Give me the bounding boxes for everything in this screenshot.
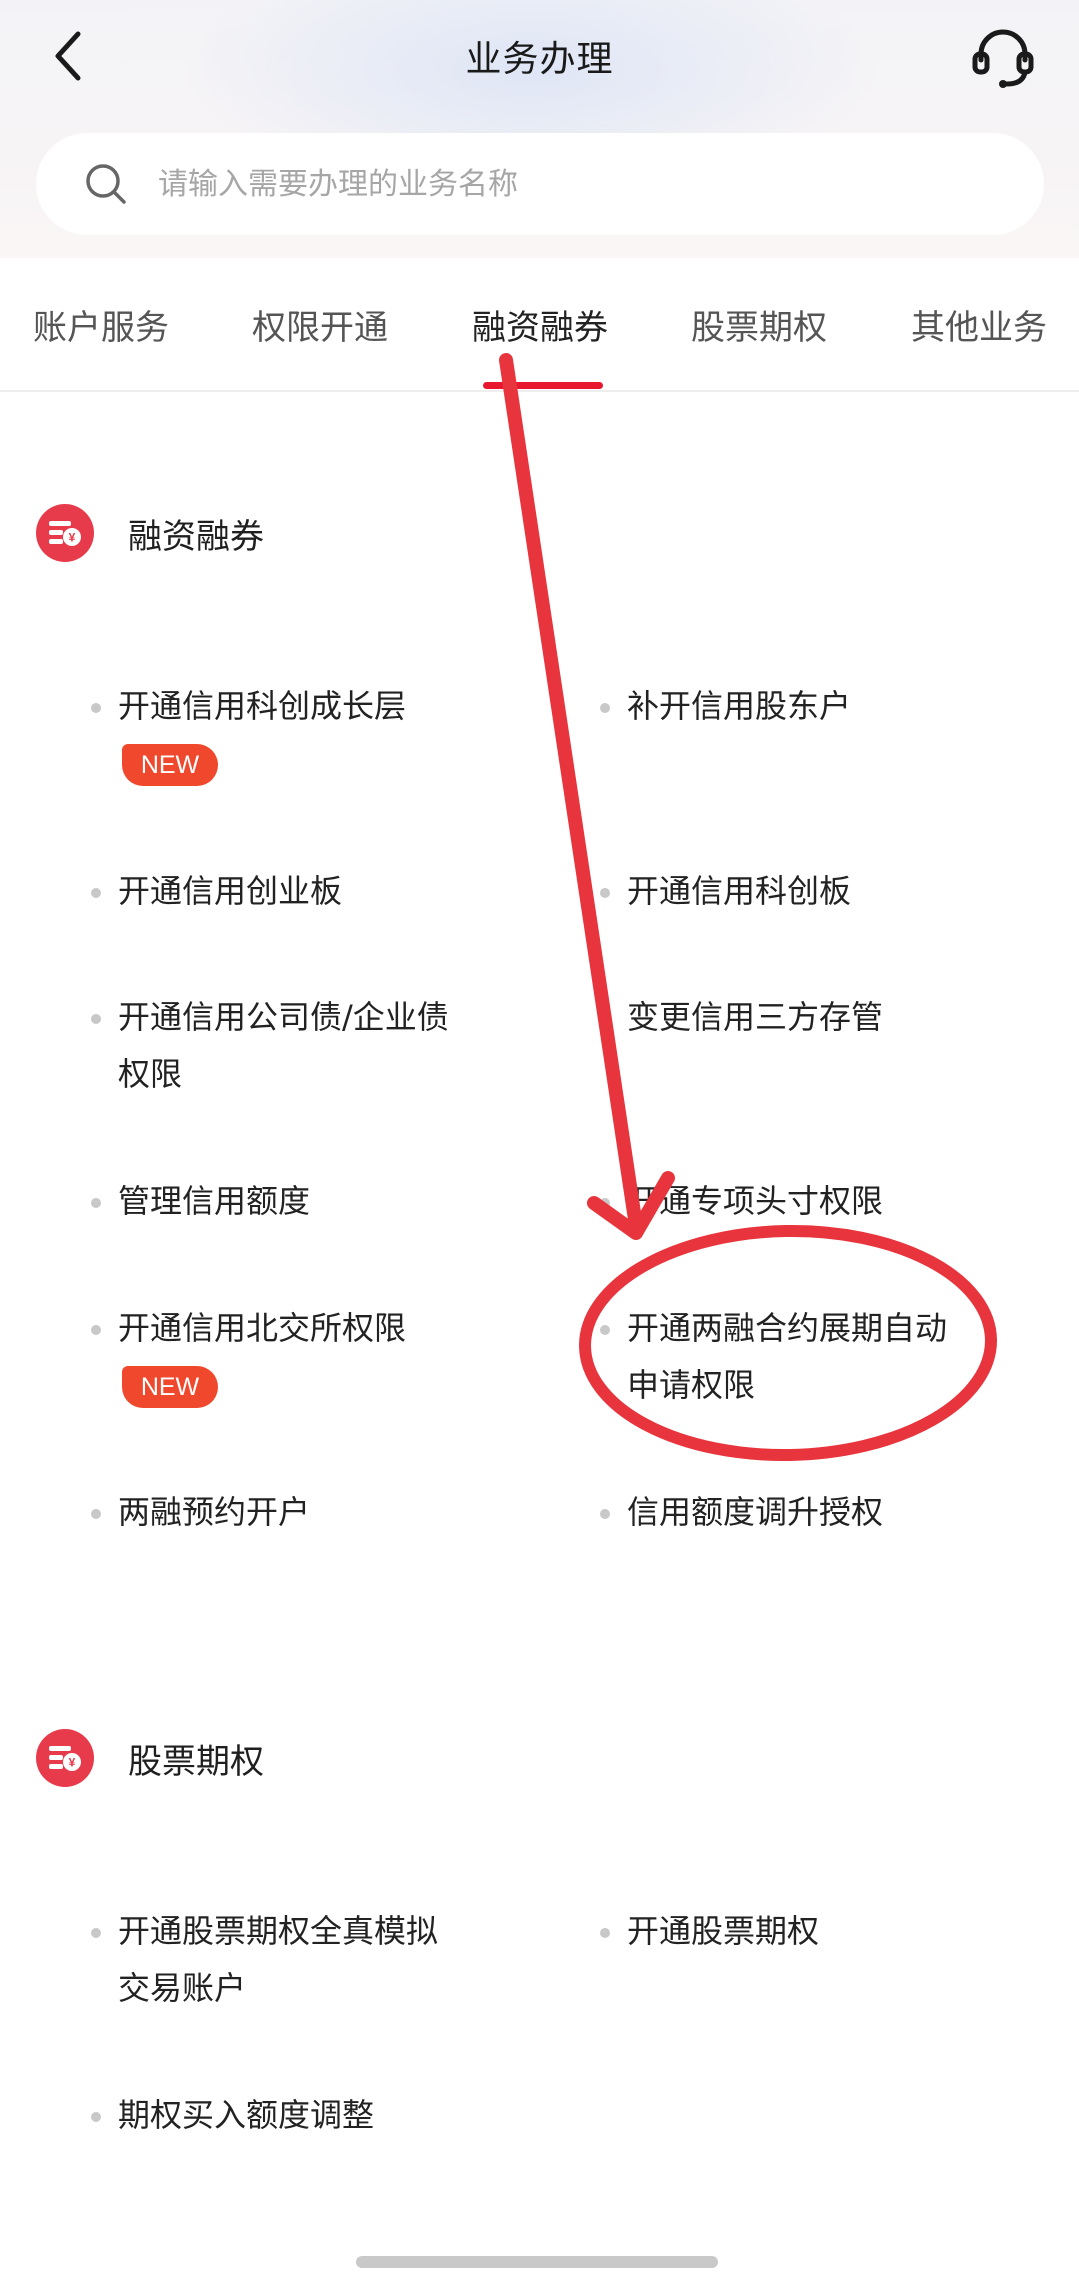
service-item[interactable]: 补开信用股东户 [600, 678, 852, 735]
category-tabs: 账户服务 权限开通 融资融券 股票期权 其他业务 [0, 258, 1079, 392]
service-item-label-line2: 申请权限 [627, 1366, 756, 1404]
service-item[interactable]: 开通信用北交所权限 [91, 1300, 407, 1357]
service-item-label: 两融预约开户 [118, 1493, 311, 1531]
service-item-label-line2: 权限 [118, 1055, 183, 1093]
headset-icon [972, 29, 1034, 88]
section-title: 融资融券 [128, 516, 264, 557]
top-bar: 业务办理 [0, 0, 1079, 115]
new-badge: NEW [122, 1366, 218, 1408]
bullet-dot [600, 1198, 610, 1208]
service-item-label-line2: 交易账户 [118, 1969, 247, 2007]
bullet-dot [91, 1928, 101, 1938]
service-item-label: 开通信用北交所权限 [118, 1309, 407, 1347]
bullet-dot [600, 703, 610, 713]
service-item[interactable]: 信用额度调升授权 [600, 1484, 884, 1541]
section-header-options: ¥ 股票期权 [36, 1729, 264, 1787]
service-item-label: 开通信用科创成长层 [118, 687, 407, 725]
service-item-label: 补开信用股东户 [627, 687, 852, 725]
service-item[interactable]: 开通股票期权全真模拟 交易账户 [91, 1903, 439, 2017]
page: 业务办理 账户服务 权限开通 融资融券 股票期权 其他业务 [0, 0, 1079, 2289]
service-item-label: 开通信用创业板 [118, 872, 343, 910]
bullet-dot [91, 703, 101, 713]
active-tab-indicator [483, 382, 603, 389]
tab-margin-trading[interactable]: 融资融券 [472, 300, 608, 349]
new-badge: NEW [122, 744, 218, 786]
svg-text:¥: ¥ [69, 531, 76, 545]
bullet-dot [91, 1325, 101, 1335]
yuan-card-icon: ¥ [49, 1746, 81, 1771]
bullet-dot [91, 1014, 101, 1024]
service-item[interactable]: 开通信用科创成长层 [91, 678, 407, 735]
service-item-label: 开通股票期权全真模拟 [118, 1912, 439, 1950]
tab-permission-opening[interactable]: 权限开通 [252, 300, 388, 349]
service-item-label: 开通专项头寸权限 [627, 1182, 884, 1220]
service-item-label: 信用额度调升授权 [627, 1493, 884, 1531]
customer-service-button[interactable] [967, 24, 1039, 92]
service-item-highlighted[interactable]: 开通两融合约展期自动 申请权限 [600, 1300, 948, 1414]
bullet-dot [600, 1509, 610, 1519]
tab-other-business[interactable]: 其他业务 [911, 300, 1047, 349]
service-item[interactable]: 开通信用公司债/企业债 权限 [91, 989, 449, 1103]
bullet-dot [91, 2112, 101, 2122]
tab-account-services[interactable]: 账户服务 [33, 300, 169, 349]
section-icon: ¥ [36, 504, 94, 562]
service-item-label: 开通信用公司债/企业债 [118, 998, 449, 1036]
service-item-label: 开通信用科创板 [627, 872, 852, 910]
section-header-margin: ¥ 融资融券 [36, 504, 264, 562]
bullet-dot [91, 1509, 101, 1519]
service-item[interactable]: 管理信用额度 [91, 1173, 311, 1230]
bullet-dot [600, 1014, 610, 1024]
section-title: 股票期权 [128, 1741, 264, 1782]
tab-stock-options[interactable]: 股票期权 [691, 300, 827, 349]
svg-text:¥: ¥ [69, 1756, 76, 1770]
service-item-label: 开通两融合约展期自动 [627, 1309, 948, 1347]
bullet-dot [91, 1198, 101, 1208]
service-item[interactable]: 开通信用创业板 [91, 863, 343, 920]
page-title: 业务办理 [465, 39, 614, 80]
search-bar[interactable] [36, 133, 1044, 235]
yuan-card-icon: ¥ [49, 521, 81, 546]
search-input[interactable] [158, 166, 958, 202]
service-item-label: 变更信用三方存管 [627, 998, 884, 1036]
bullet-dot [600, 1325, 610, 1335]
service-item[interactable]: 两融预约开户 [91, 1484, 311, 1541]
bullet-dot [600, 888, 610, 898]
search-icon [86, 164, 126, 204]
bullet-dot [91, 888, 101, 898]
service-item[interactable]: 开通股票期权 [600, 1903, 820, 1960]
service-item[interactable]: 变更信用三方存管 [600, 989, 884, 1046]
service-item-label: 期权买入额度调整 [118, 2096, 375, 2134]
service-item-label: 管理信用额度 [118, 1182, 311, 1220]
service-item[interactable]: 开通专项头寸权限 [600, 1173, 884, 1230]
bullet-dot [600, 1928, 610, 1938]
service-item[interactable]: 期权买入额度调整 [91, 2087, 375, 2144]
service-item[interactable]: 开通信用科创板 [600, 863, 852, 920]
service-item-label: 开通股票期权 [627, 1912, 820, 1950]
home-indicator [356, 2256, 718, 2268]
annotation-arrow-line [499, 353, 643, 1233]
section-icon: ¥ [36, 1729, 94, 1787]
